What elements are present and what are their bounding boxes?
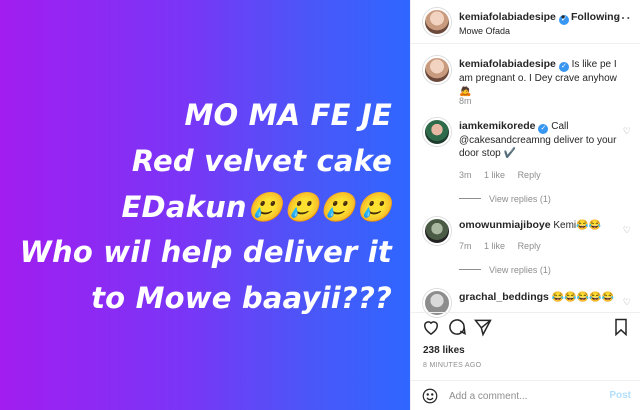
verified-badge-icon: ✓ [558, 62, 569, 72]
post-timestamp: 8 MINUTES AGO [423, 362, 482, 369]
comment-like-icon[interactable]: ♡ [623, 297, 631, 308]
view-replies-button[interactable]: View replies (1) [459, 265, 551, 275]
post-caption: kemiafolabiadesipe ✓ Is like pe I am preg… [411, 48, 640, 108]
comment-composer: Post [411, 380, 640, 410]
caption-time: 8m [459, 96, 472, 106]
comment-meta: 7m 1 like Reply [459, 241, 551, 251]
image-text-line: MO MA FE JE [184, 98, 392, 132]
verified-badge-icon: ✓ [538, 124, 549, 134]
commenter-avatar[interactable] [423, 217, 451, 245]
view-replies-label[interactable]: View replies (1) [489, 194, 551, 204]
following-button[interactable]: Following [571, 11, 620, 23]
reply-button[interactable]: Reply [518, 170, 541, 180]
comment-time: 3m [459, 170, 472, 180]
image-text-line: EDakun🥲🥲🥲🥲 [121, 190, 392, 224]
view-replies-label[interactable]: View replies (1) [489, 265, 551, 275]
emoji-icon[interactable] [421, 387, 439, 405]
comment-like-icon[interactable]: ♡ [623, 126, 631, 137]
commenter-avatar[interactable] [423, 118, 451, 146]
post-comment-button[interactable]: Post [609, 390, 631, 401]
comment-body: 😂😂😂😂😂 [551, 292, 614, 303]
comment-text: iamkemikorede ✓ Call @cakesandcreamng del… [459, 120, 623, 160]
comment-username[interactable]: iamkemikorede [459, 120, 535, 132]
post-header: kemiafolabiadesipe ✓ • Following Mowe Ofa… [411, 0, 640, 44]
author-avatar[interactable] [423, 8, 451, 36]
comment-text: grachal_beddings 😂😂😂😂😂 [459, 291, 623, 304]
comment-input[interactable] [449, 388, 599, 404]
image-text-line: Who wil help deliver it [19, 235, 392, 269]
post-actions-bar [411, 312, 640, 342]
comment-item: iamkemikorede ✓ Call @cakesandcreamng del… [411, 118, 640, 208]
comment-username[interactable]: omowunmiajiboye [459, 219, 551, 231]
comment-username[interactable]: grachal_beddings [459, 291, 549, 303]
comment-body: Kemi😂😂 [553, 220, 602, 231]
like-count[interactable]: 238 likes [423, 345, 465, 356]
author-username-text[interactable]: kemiafolabiadesipe [459, 11, 556, 23]
comment-like-icon[interactable]: ♡ [623, 225, 631, 236]
comment-text: omowunmiajiboye Kemi😂😂 [459, 219, 623, 232]
author-avatar[interactable] [423, 56, 451, 84]
comment-item: grachal_beddings 😂😂😂😂😂 ♡ [411, 289, 640, 317]
replies-divider [459, 269, 481, 270]
caption-username[interactable]: kemiafolabiadesipe [459, 58, 556, 70]
header-separator: • [561, 10, 566, 24]
comment-item: omowunmiajiboye Kemi😂😂 ♡ 7m 1 like Reply… [411, 217, 640, 277]
comment-meta: 3m 1 like Reply [459, 170, 551, 180]
instagram-post-view: MO MA FE JE Red velvet cake EDakun🥲🥲🥲🥲 W… [0, 0, 640, 410]
send-icon[interactable] [473, 317, 493, 337]
post-side-panel: kemiafolabiadesipe ✓ • Following Mowe Ofa… [410, 0, 640, 410]
bookmark-icon[interactable] [611, 317, 631, 337]
comment-time: 7m [459, 241, 472, 251]
image-text-line: Red velvet cake [131, 144, 392, 178]
comment-like-count[interactable]: 1 like [484, 170, 505, 180]
post-location[interactable]: Mowe Ofada [459, 26, 510, 36]
author-username[interactable]: kemiafolabiadesipe ✓ [459, 11, 569, 25]
post-image[interactable]: MO MA FE JE Red velvet cake EDakun🥲🥲🥲🥲 W… [0, 0, 410, 410]
more-options-icon[interactable]: ⋯ [615, 8, 631, 28]
reply-button[interactable]: Reply [518, 241, 541, 251]
comment-like-count[interactable]: 1 like [484, 241, 505, 251]
comment-icon[interactable] [447, 317, 467, 337]
image-text-line: to Mowe baayii??? [91, 281, 392, 315]
caption-text: kemiafolabiadesipe ✓ Is like pe I am preg… [459, 58, 623, 98]
replies-divider [459, 198, 481, 199]
heart-icon[interactable] [421, 317, 441, 337]
view-replies-button[interactable]: View replies (1) [459, 194, 551, 204]
